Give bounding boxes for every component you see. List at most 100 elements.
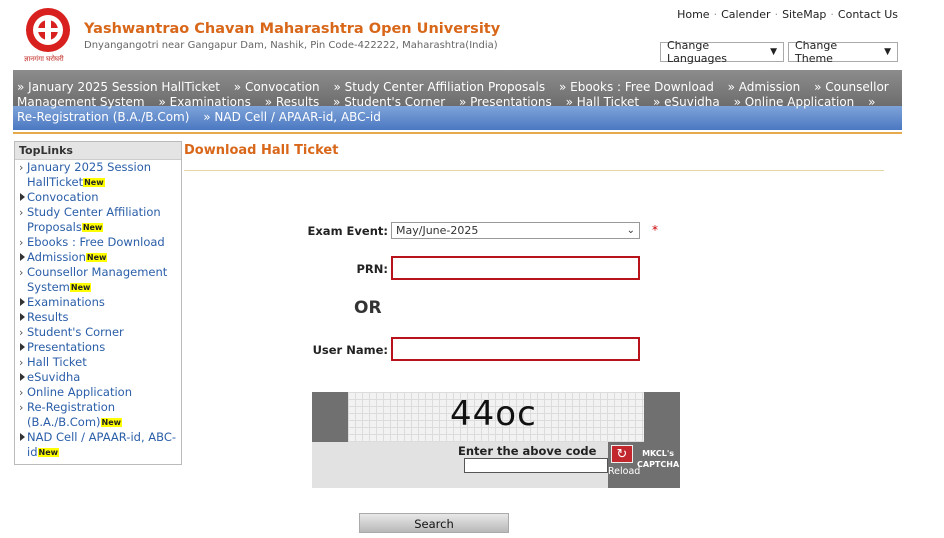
search-button[interactable]: Search [359,513,509,533]
sidebar-item-label: Presentations [27,340,106,354]
sidebar-item[interactable]: › Re-Registration (B.A./B.Com)New [15,400,181,430]
mkcl-brand: MKCL's CAPTCHA [637,448,679,470]
triangle-right-icon [20,433,25,441]
exam-event-label: Exam Event: [307,224,388,238]
new-badge: New [85,253,108,262]
nav-item-esuvidha[interactable]: » eSuvidha [653,95,720,109]
sidebar-item[interactable]: AdmissionNew [15,250,181,265]
nav-item-hall-ticket[interactable]: » Hall Ticket [566,95,640,109]
new-badge: New [100,418,123,427]
change-languages-label: Change Languages [667,39,728,65]
captcha-prompt: Enter the above code [458,444,597,458]
triangle-right-icon [20,313,25,321]
sidebar-item-label: Admission [27,250,86,264]
triangle-right-icon [20,298,25,306]
university-address: Dnyangangotri near Gangapur Dam, Nashik,… [84,40,498,51]
prn-label: PRN: [356,262,388,276]
username-input[interactable] [391,337,640,361]
contact-us-link[interactable]: Contact Us [834,8,902,21]
nav-item-ebooks[interactable]: » Ebooks : Free Download [559,80,714,94]
new-badge: New [69,283,92,292]
sidebar-item[interactable]: › Hall Ticket [15,355,181,370]
chevron-down-icon: ▼ [770,47,777,57]
nav-item-students-corner[interactable]: » Student's Corner [333,95,445,109]
exam-event-value: May/June-2025 [396,224,479,237]
sidebar-item-label: Ebooks : Free Download [27,235,165,249]
nav-item-presentations[interactable]: » Presentations [459,95,552,109]
chevron-down-icon: ▼ [884,47,891,57]
sidebar-item-label: Results [27,310,69,324]
nav-item-admission[interactable]: » Admission [728,80,801,94]
sidebar-item-label: Student's Corner [27,325,124,339]
sidebar-item[interactable]: › Ebooks : Free Download [15,235,181,250]
sidebar-item-label: Counsellor Management System [27,265,168,294]
sidebar-item[interactable]: › Online Application [15,385,181,400]
chevron-right-icon: › [19,266,24,279]
sidebar-item-label: Examinations [27,295,105,309]
captcha-side-panel [644,392,680,442]
nav-item-online-application[interactable]: » Online Application [734,95,855,109]
chevron-right-icon: › [19,326,24,339]
username-label: User Name: [312,343,388,357]
nav-item-nad-cell[interactable]: » NAD Cell / APAAR-id, ABC-id [203,110,381,124]
home-link[interactable]: Home [673,8,713,21]
sidebar-item[interactable]: eSuvidha [15,370,181,385]
sidebar-item[interactable]: › Study Center Affiliation ProposalsNew [15,205,181,235]
nav-item-study-center[interactable]: » Study Center Affiliation Proposals [334,80,546,94]
sitemap-link[interactable]: SiteMap [778,8,830,21]
sidebar-item-label: Online Application [27,385,133,399]
sidebar-item-label: Hall Ticket [27,355,87,369]
nav-item-hallticket-session[interactable]: » January 2025 Session HallTicket [17,80,220,94]
reload-label[interactable]: Reload [608,466,640,477]
calender-link[interactable]: Calender [717,8,775,21]
triangle-right-icon [20,253,25,261]
sidebar-item[interactable]: › Counsellor Management SystemNew [15,265,181,295]
or-separator: OR [354,298,382,318]
triangle-right-icon [20,343,25,351]
exam-event-select[interactable]: May/June-2025 ⌄ [391,222,640,239]
header-top-links: Home · Calender · SiteMap · Contact Us [673,8,902,21]
mkcl-brand-line1: MKCL's [642,449,675,458]
reload-icon[interactable]: ↻ [611,445,633,463]
chevron-down-icon: ⌄ [626,225,635,236]
university-logo[interactable]: ज्ञानगंगा घरोघरी [22,6,74,66]
captcha-input[interactable] [464,458,608,473]
chevron-right-icon: › [19,236,24,249]
sidebar-item-label: Convocation [27,190,99,204]
new-badge: New [37,448,60,457]
new-badge: New [83,178,105,187]
change-theme-label: Change Theme [795,39,838,65]
sidebar-item[interactable]: › Student's Corner [15,325,181,340]
sidebar-item[interactable]: Examinations [15,295,181,310]
logo-caption: ज्ञानगंगा घरोघरी [24,55,64,63]
main-nav: » January 2025 Session HallTicket » Conv… [17,80,897,125]
sidebar-item[interactable]: Presentations [15,340,181,355]
sidebar-heading: TopLinks [15,142,181,160]
change-theme-select[interactable]: Change Theme ▼ [788,39,898,65]
new-badge: New [81,223,104,232]
top-links-sidebar: TopLinks › January 2025 Session HallTicke… [14,141,182,465]
chevron-right-icon: › [19,386,24,399]
sidebar-item[interactable]: › January 2025 Session HallTicketNew [15,160,181,190]
captcha-brand-panel: ↻ Reload MKCL's CAPTCHA [608,442,680,488]
captcha-panel: 44oc Enter the above code ↻ Reload MKCL'… [312,392,680,488]
captcha-code: 44oc [450,394,537,434]
chevron-right-icon: › [19,206,24,219]
nav-item-examinations[interactable]: » Examinations [158,95,250,109]
nav-item-results[interactable]: » Results [265,95,320,109]
required-marker: * [652,223,658,237]
mkcl-brand-line2: CAPTCHA [637,460,680,469]
sidebar-item[interactable]: Results [15,310,181,325]
sidebar-item[interactable]: NAD Cell / APAAR-id, ABC-idNew [15,430,181,460]
chevron-right-icon: › [19,356,24,369]
triangle-right-icon [20,193,25,201]
triangle-right-icon [20,373,25,381]
change-languages-select[interactable]: Change Languages ▼ [660,39,784,65]
nav-divider [13,132,902,134]
sidebar-item-label: eSuvidha [27,370,81,384]
prn-input[interactable] [391,256,640,280]
sidebar-item[interactable]: Convocation [15,190,181,205]
nav-item-convocation[interactable]: » Convocation [234,80,320,94]
sidebar-list: › January 2025 Session HallTicketNew Convo… [15,160,181,460]
page-title: Download Hall Ticket [184,143,339,158]
